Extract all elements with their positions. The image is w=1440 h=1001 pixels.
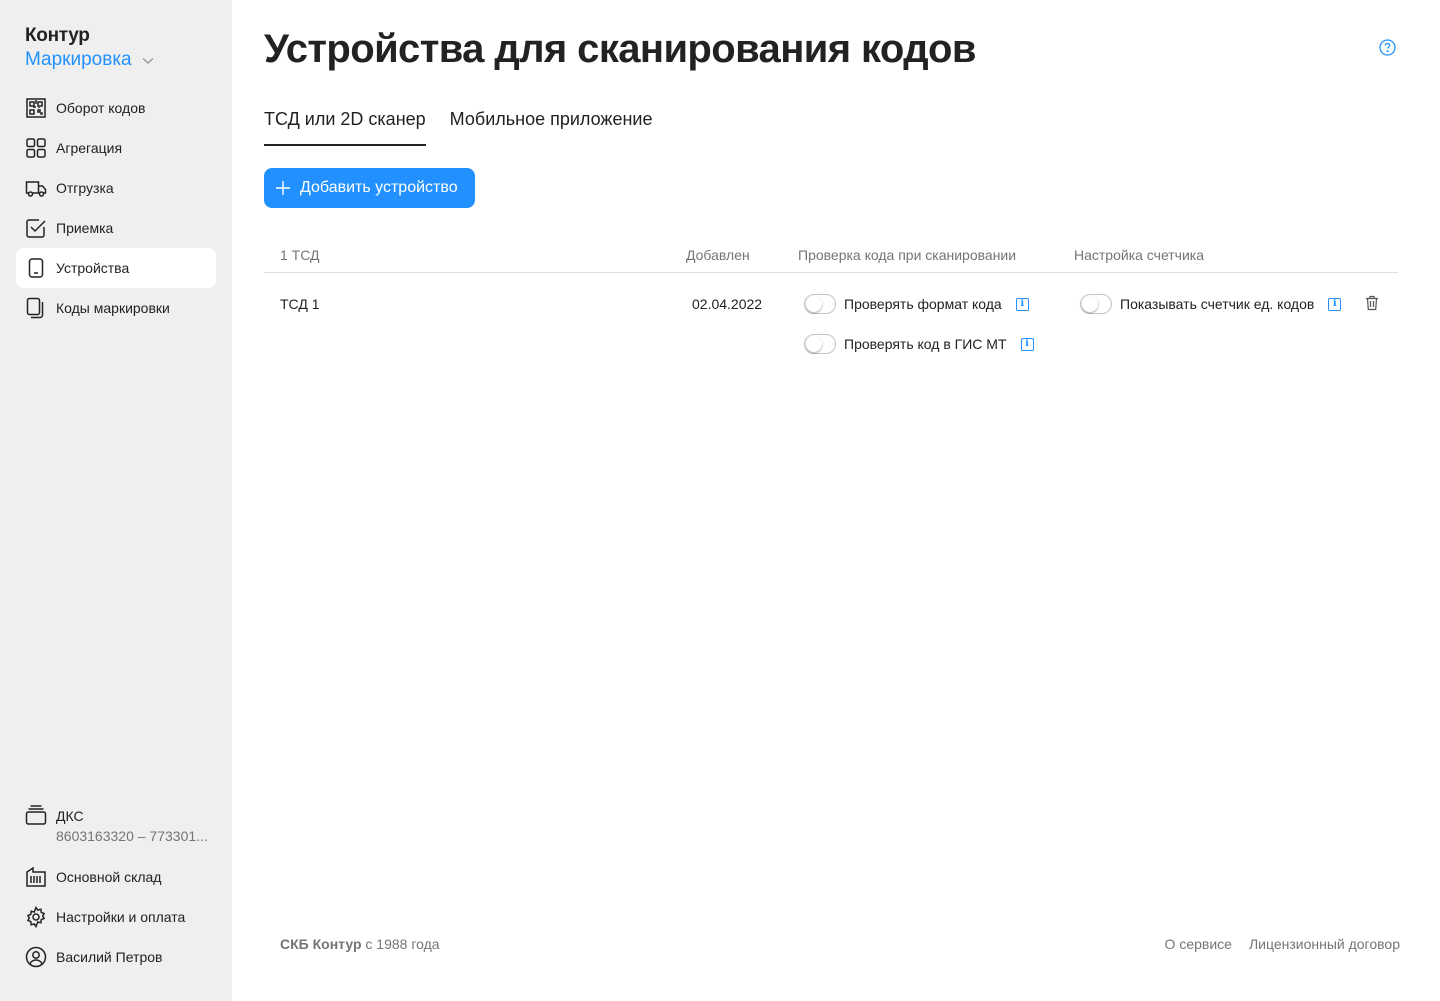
device-icon: [25, 257, 47, 279]
license-link[interactable]: Лицензионный договор: [1249, 936, 1400, 952]
brand-logo[interactable]: Контур Маркировка: [25, 25, 154, 73]
qr-code-icon: [25, 97, 47, 119]
table-header: 1 ТСД Добавлен Проверка кода при сканиро…: [264, 238, 1398, 273]
sidebar-item-label: Агрегация: [56, 140, 123, 156]
check-format-label: Проверять формат кода: [844, 296, 1002, 312]
table-row: ТСД 1 02.04.2022 Проверять формат кода i…: [264, 273, 1398, 373]
chevron-down-icon: [142, 57, 154, 64]
copyright: СКБ Контур с 1988 года: [280, 936, 440, 952]
help-icon[interactable]: [1379, 39, 1396, 61]
show-counter-setting: Показывать счетчик ед. кодов i: [1080, 294, 1342, 314]
grid-icon: [25, 137, 47, 159]
info-icon[interactable]: i: [1020, 337, 1034, 351]
check-format-toggle[interactable]: [804, 294, 836, 314]
header-name: 1 ТСД: [280, 247, 320, 263]
add-device-label: Добавить устройство: [300, 179, 458, 196]
header-added: Добавлен: [686, 247, 750, 263]
sidebar-item-label: Василий Петров: [56, 949, 163, 965]
sidebar-item-label: Коды маркировки: [56, 300, 170, 316]
sidebar-item-warehouse[interactable]: Основной склад: [16, 857, 216, 897]
trash-icon[interactable]: [1365, 295, 1379, 316]
check-gis-setting: Проверять код в ГИС МТ i: [804, 334, 1034, 354]
tab-tsd-scanner[interactable]: ТСД или 2D сканер: [264, 106, 426, 146]
info-icon[interactable]: i: [1328, 297, 1342, 311]
sidebar-item-marking-codes[interactable]: Коды маркировки: [16, 288, 216, 328]
copy-icon: [25, 297, 47, 319]
device-name: ТСД 1: [280, 296, 320, 312]
product-switcher[interactable]: Маркировка: [25, 47, 154, 73]
device-added-date: 02.04.2022: [692, 296, 763, 312]
devices-table: 1 ТСД Добавлен Проверка кода при сканиро…: [264, 238, 1398, 373]
footer: СКБ Контур с 1988 года О сервисе Лицензи…: [280, 936, 1400, 952]
product-name: Маркировка: [25, 49, 132, 70]
organization-inn: 8603163320 – 773301...: [56, 828, 208, 844]
sidebar: Контур Маркировка Оборот кодов Агрегация: [0, 0, 232, 1001]
sidebar-item-devices[interactable]: Устройства: [16, 248, 216, 288]
main-content: Устройства для сканирования кодов ТСД ил…: [264, 0, 1400, 1001]
sidebar-nav: Оборот кодов Агрегация Отгрузка Приемка …: [16, 88, 216, 328]
sidebar-item-label: Настройки и оплата: [56, 909, 186, 925]
warehouse-icon: [25, 866, 47, 888]
sidebar-item-code-turnover[interactable]: Оборот кодов: [16, 88, 216, 128]
sidebar-item-shipment[interactable]: Отгрузка: [16, 168, 216, 208]
page-title: Устройства для сканирования кодов: [264, 27, 976, 71]
organization-selector[interactable]: ДКС 8603163320 – 773301...: [16, 800, 216, 857]
sidebar-bottom: ДКС 8603163320 – 773301... Основной скла…: [16, 800, 216, 977]
sidebar-item-settings[interactable]: Настройки и оплата: [16, 897, 216, 937]
footer-links: О сервисе Лицензионный договор: [1165, 936, 1400, 952]
header-counter: Настройка счетчика: [1074, 247, 1205, 263]
plus-icon: [276, 181, 290, 195]
sidebar-item-acceptance[interactable]: Приемка: [16, 208, 216, 248]
organization-icon: [25, 804, 47, 826]
brand-name: Контур: [25, 25, 90, 46]
check-gis-label: Проверять код в ГИС МТ: [844, 336, 1007, 352]
sidebar-item-label: Приемка: [56, 220, 114, 236]
info-icon[interactable]: i: [1015, 297, 1029, 311]
header-check: Проверка кода при сканировании: [798, 247, 1017, 263]
sidebar-item-user[interactable]: Василий Петров: [16, 937, 216, 977]
show-counter-label: Показывать счетчик ед. кодов: [1120, 296, 1315, 312]
company-name: СКБ Контур: [280, 936, 362, 952]
add-device-button[interactable]: Добавить устройство: [264, 168, 475, 208]
check-gis-toggle[interactable]: [804, 334, 836, 354]
show-counter-toggle[interactable]: [1080, 294, 1112, 314]
since-text: с 1988 года: [361, 936, 440, 952]
organization-name: ДКС: [56, 808, 84, 824]
sidebar-item-label: Устройства: [56, 260, 130, 276]
sidebar-item-label: Отгрузка: [56, 180, 114, 196]
tab-mobile-app[interactable]: Мобильное приложение: [450, 106, 653, 146]
check-format-setting: Проверять формат кода i: [804, 294, 1029, 314]
truck-icon: [25, 177, 47, 199]
sidebar-item-aggregation[interactable]: Агрегация: [16, 128, 216, 168]
checkbox-icon: [25, 217, 47, 239]
about-link[interactable]: О сервисе: [1165, 936, 1232, 952]
gear-icon: [25, 906, 47, 928]
sidebar-item-label: Оборот кодов: [56, 100, 146, 116]
user-icon: [25, 946, 47, 968]
sidebar-item-label: Основной склад: [56, 869, 162, 885]
tabs: ТСД или 2D сканер Мобильное приложение: [264, 106, 652, 146]
